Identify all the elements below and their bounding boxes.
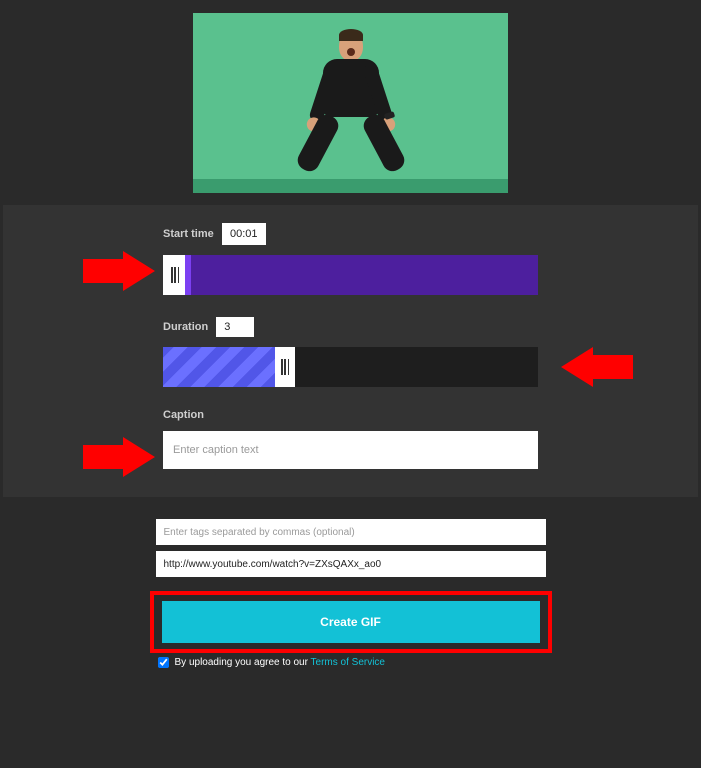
- source-url-input[interactable]: [156, 551, 546, 577]
- start-time-input[interactable]: [222, 223, 266, 245]
- grip-icon: [281, 359, 289, 375]
- duration-stepper[interactable]: [216, 317, 254, 337]
- start-time-label: Start time: [163, 228, 214, 240]
- terms-checkbox[interactable]: [158, 657, 169, 668]
- caption-input[interactable]: [163, 431, 538, 469]
- video-preview-section: [3, 3, 698, 205]
- annotation-arrow-icon: [83, 437, 155, 477]
- video-preview[interactable]: [193, 13, 508, 193]
- annotation-arrow-icon: [561, 347, 633, 387]
- caption-label: Caption: [163, 409, 204, 421]
- grip-icon: [171, 267, 179, 283]
- duration-label: Duration: [163, 321, 208, 333]
- duration-slider-handle[interactable]: [275, 347, 295, 387]
- controls-section: Start time Duration: [3, 205, 698, 497]
- duration-slider[interactable]: [163, 347, 538, 387]
- terms-of-service-link[interactable]: Terms of Service: [311, 657, 385, 668]
- start-time-slider[interactable]: [163, 255, 538, 295]
- bottom-section: Create GIF By uploading you agree to our…: [3, 497, 698, 686]
- start-time-slider-handle[interactable]: [165, 255, 185, 295]
- annotation-arrow-icon: [83, 251, 155, 291]
- terms-text: By uploading you agree to our Terms of S…: [175, 657, 386, 668]
- tags-input[interactable]: [156, 519, 546, 545]
- create-gif-button[interactable]: Create GIF: [162, 601, 540, 643]
